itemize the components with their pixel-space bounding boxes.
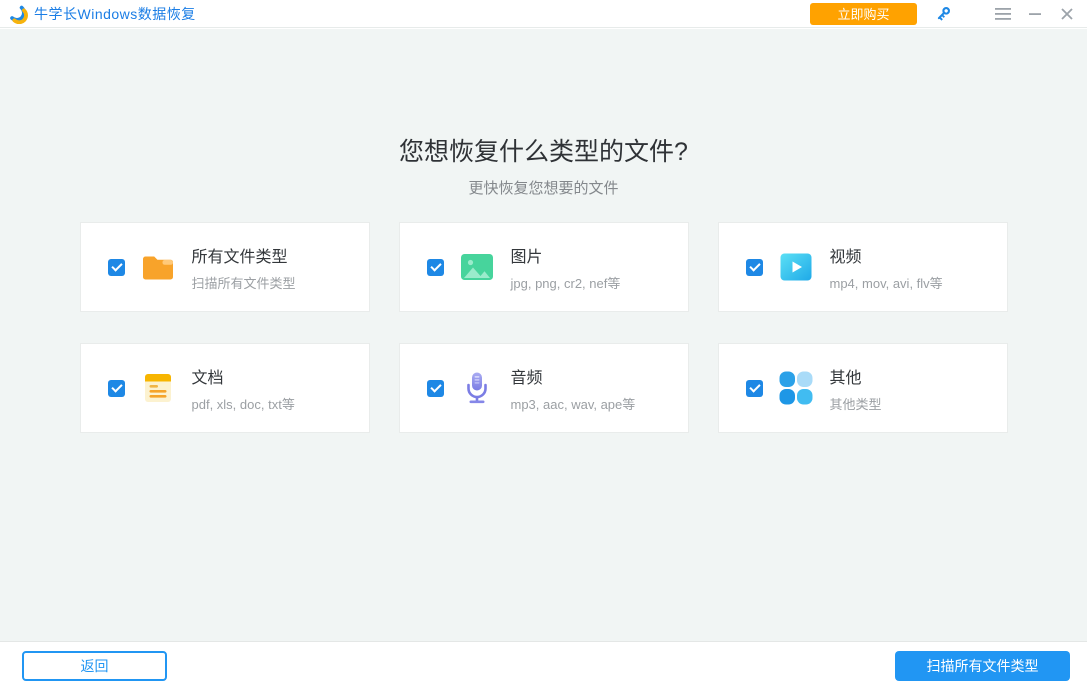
card-subtitle: jpg, png, cr2, nef等	[511, 273, 621, 292]
file-type-card[interactable]: 音频 mp3, aac, wav, ape等	[399, 343, 689, 433]
window-controls	[994, 5, 1075, 22]
main-content: 您想恢复什么类型的文件? 更快恢复您想要的文件 所有文件类型 扫描所有文件类型 …	[0, 29, 1087, 641]
back-button[interactable]: 返回	[22, 651, 167, 681]
card-checkbox[interactable]	[746, 380, 763, 397]
file-type-card[interactable]: 图片 jpg, png, cr2, nef等	[399, 222, 689, 312]
buy-now-button[interactable]: 立即购买	[810, 3, 917, 25]
document-icon	[140, 370, 176, 406]
card-title: 视频	[830, 243, 943, 267]
folder-icon	[140, 249, 176, 285]
file-type-card[interactable]: 文档 pdf, xls, doc, txt等	[80, 343, 370, 433]
page-subtitle: 更快恢复您想要的文件	[0, 177, 1087, 198]
card-title: 文档	[192, 364, 295, 388]
card-title: 音频	[511, 364, 636, 388]
file-type-card[interactable]: 所有文件类型 扫描所有文件类型	[80, 222, 370, 312]
card-subtitle: 其他类型	[830, 394, 882, 413]
card-title: 图片	[511, 243, 621, 267]
titlebar: 牛学长Windows数据恢复 立即购买	[0, 0, 1087, 28]
card-subtitle: mp3, aac, wav, ape等	[511, 394, 636, 413]
close-icon[interactable]	[1058, 5, 1075, 22]
page-title: 您想恢复什么类型的文件?	[0, 29, 1087, 168]
card-checkbox[interactable]	[427, 259, 444, 276]
card-subtitle: pdf, xls, doc, txt等	[192, 394, 295, 413]
key-icon[interactable]	[935, 5, 952, 22]
minimize-icon[interactable]	[1026, 5, 1043, 22]
app-title: 牛学长Windows数据恢复	[34, 4, 196, 24]
card-title: 所有文件类型	[192, 243, 296, 267]
app-logo-swirl-icon	[8, 4, 28, 24]
file-type-card[interactable]: 其他 其他类型	[718, 343, 1008, 433]
card-subtitle: mp4, mov, avi, flv等	[830, 273, 943, 292]
image-icon	[459, 249, 495, 285]
scan-all-file-types-button[interactable]: 扫描所有文件类型	[895, 651, 1070, 681]
file-type-card[interactable]: 视频 mp4, mov, avi, flv等	[718, 222, 1008, 312]
card-checkbox[interactable]	[427, 380, 444, 397]
card-checkbox[interactable]	[746, 259, 763, 276]
footer: 返回 扫描所有文件类型	[0, 641, 1087, 689]
other-icon	[778, 370, 814, 406]
card-checkbox[interactable]	[108, 380, 125, 397]
menu-icon[interactable]	[994, 5, 1011, 22]
card-subtitle: 扫描所有文件类型	[192, 273, 296, 292]
card-title: 其他	[830, 364, 882, 388]
file-type-grid: 所有文件类型 扫描所有文件类型 图片 jpg, png, cr2, nef等 视…	[80, 222, 1008, 433]
video-icon	[778, 249, 814, 285]
card-checkbox[interactable]	[108, 259, 125, 276]
audio-icon	[459, 370, 495, 406]
